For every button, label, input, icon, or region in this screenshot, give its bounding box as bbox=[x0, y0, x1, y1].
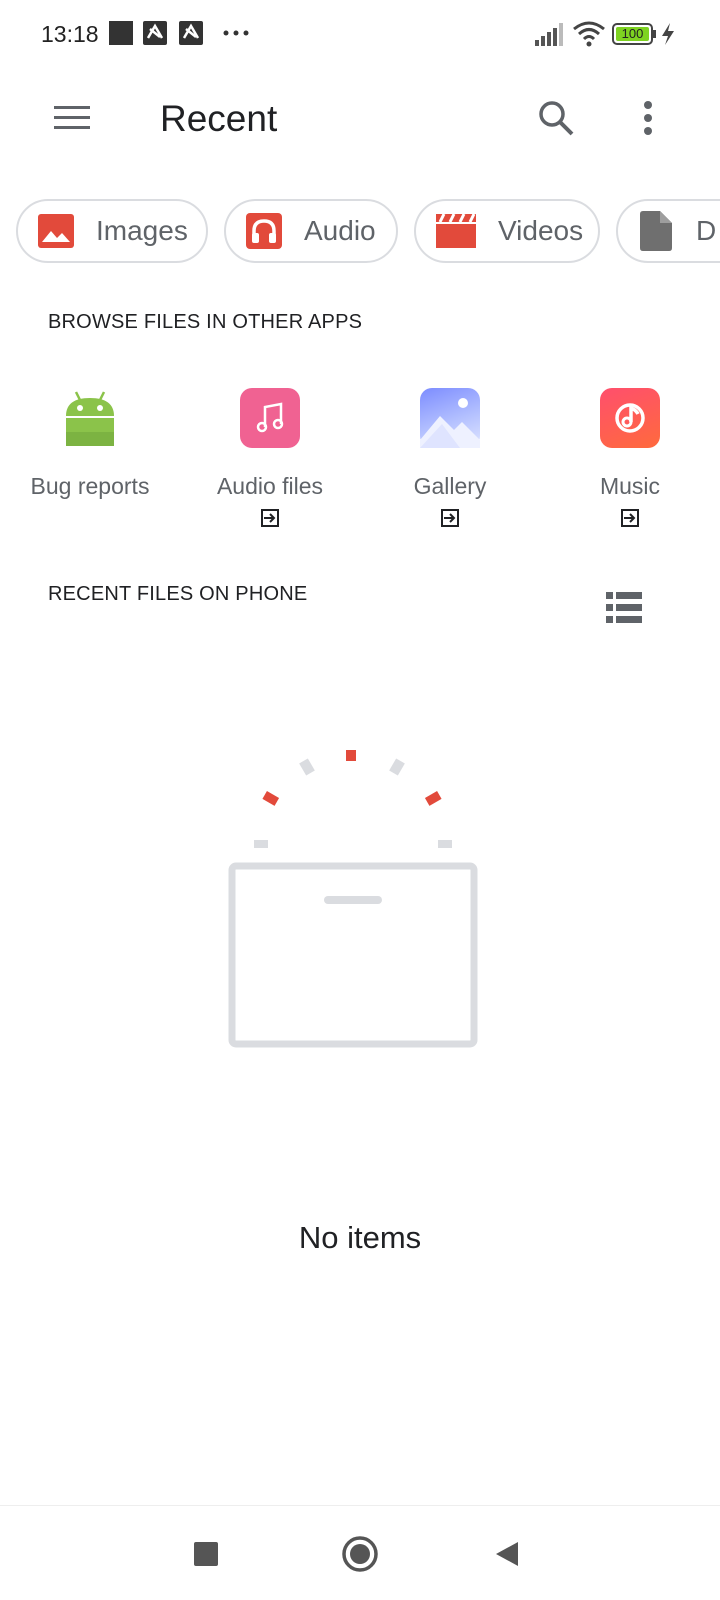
notification-app-icon bbox=[179, 21, 203, 45]
app-label: Gallery bbox=[413, 473, 487, 499]
system-nav-bar bbox=[0, 1505, 720, 1600]
home-circle-icon bbox=[342, 1536, 378, 1572]
music-app-icon bbox=[615, 403, 645, 433]
open-in-app-icon bbox=[261, 509, 279, 527]
recents-button[interactable] bbox=[180, 1528, 232, 1580]
chip-label: Videos bbox=[498, 215, 584, 246]
notification-app-icon bbox=[143, 21, 167, 45]
notification-square-icon bbox=[109, 21, 133, 45]
recent-section-header: RECENT FILES ON PHONE bbox=[48, 583, 308, 605]
open-in-app-icon bbox=[441, 509, 459, 527]
status-bar: 13:18 100 bbox=[0, 0, 720, 70]
app-tile-music[interactable]: Music bbox=[538, 388, 720, 538]
empty-box-illustration bbox=[228, 750, 478, 1048]
empty-state-text: No items bbox=[298, 1220, 422, 1255]
chip-label: Audio bbox=[304, 215, 376, 246]
android-icon bbox=[66, 391, 114, 446]
image-icon bbox=[38, 214, 74, 248]
chip-label: Images bbox=[96, 215, 188, 246]
list-view-toggle-button[interactable] bbox=[598, 584, 650, 632]
recents-square-icon bbox=[194, 1542, 218, 1566]
app-bar: Recent bbox=[0, 70, 720, 170]
gallery-icon bbox=[420, 398, 480, 448]
more-options-button[interactable] bbox=[628, 92, 668, 144]
status-time: 13:18 bbox=[41, 21, 99, 47]
chip-label: D bbox=[696, 215, 717, 246]
list-view-icon bbox=[606, 592, 642, 623]
app-tile-audio-files[interactable]: Audio files bbox=[178, 388, 362, 538]
wifi-icon bbox=[573, 21, 605, 47]
signal-icon bbox=[535, 23, 563, 46]
page-title: Recent bbox=[160, 98, 278, 139]
app-tile-gallery[interactable]: Gallery bbox=[358, 388, 542, 538]
home-button[interactable] bbox=[334, 1528, 386, 1580]
app-tile-bug-reports[interactable]: Bug reports bbox=[0, 388, 182, 538]
chip-videos[interactable]: Videos bbox=[414, 199, 600, 263]
menu-icon bbox=[54, 106, 90, 129]
browse-section-header: BROWSE FILES IN OTHER APPS bbox=[48, 311, 363, 333]
more-notifications-icon bbox=[223, 30, 249, 36]
document-icon bbox=[640, 211, 672, 251]
search-icon bbox=[539, 101, 574, 136]
back-triangle-icon bbox=[496, 1542, 518, 1566]
menu-button[interactable] bbox=[46, 92, 98, 144]
search-button[interactable] bbox=[530, 92, 582, 144]
open-in-app-icon bbox=[621, 509, 639, 527]
charging-icon bbox=[662, 23, 674, 45]
chip-images[interactable]: Images bbox=[16, 199, 208, 263]
app-label: Music bbox=[599, 473, 661, 499]
clapperboard-icon bbox=[436, 214, 476, 248]
chip-documents[interactable]: D bbox=[616, 199, 720, 263]
category-chips: Images Audio Videos D bbox=[16, 199, 720, 263]
battery-level: 100 bbox=[621, 26, 644, 41]
more-vert-icon bbox=[644, 101, 652, 135]
app-label: Audio files bbox=[216, 473, 324, 499]
chip-audio[interactable]: Audio bbox=[224, 199, 398, 263]
headphones-icon bbox=[246, 213, 282, 249]
app-label: Bug reports bbox=[30, 473, 150, 499]
back-button[interactable] bbox=[482, 1528, 534, 1580]
music-note-icon bbox=[256, 402, 284, 433]
battery-icon: 100 bbox=[612, 22, 656, 46]
